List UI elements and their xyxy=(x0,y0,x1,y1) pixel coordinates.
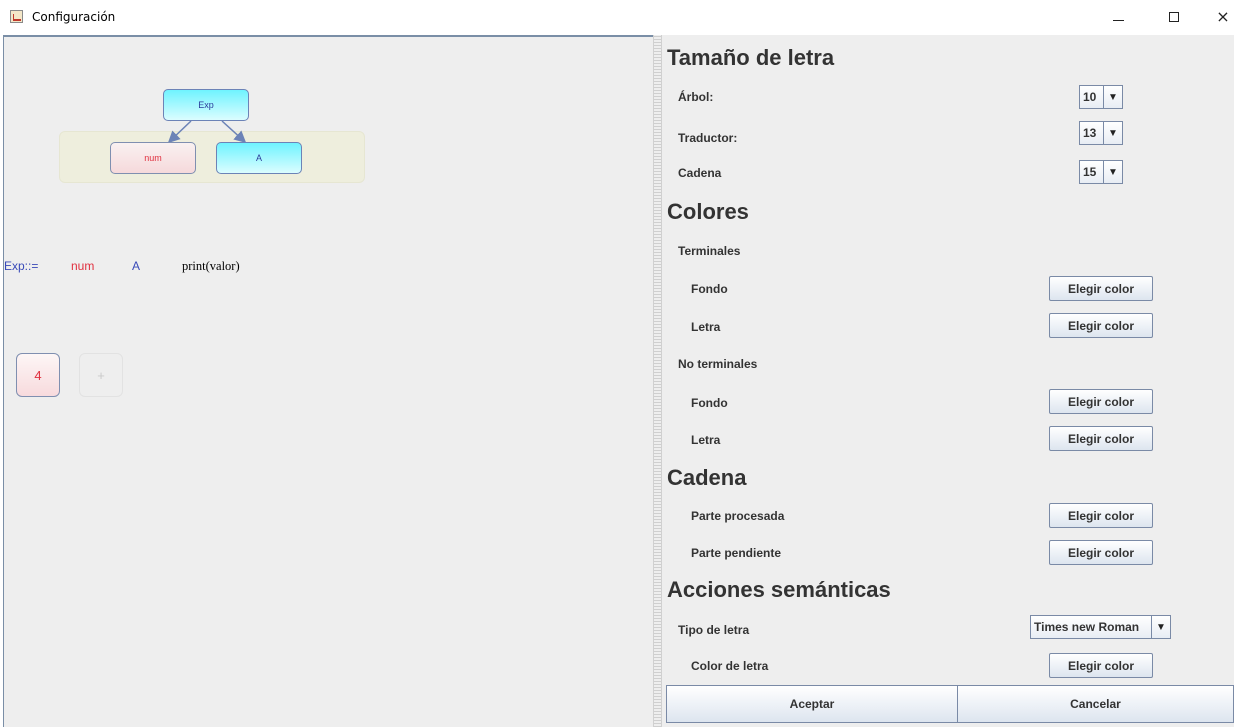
chevron-down-icon: ▼ xyxy=(1103,122,1122,144)
title-bar: Configuración × xyxy=(0,0,1234,34)
label-tree-size: Árbol: xyxy=(678,90,714,104)
cancel-button[interactable]: Cancelar xyxy=(957,685,1234,723)
chain-size-value: 15 xyxy=(1083,165,1097,179)
minimize-icon xyxy=(1112,19,1124,21)
minimize-button[interactable] xyxy=(1095,0,1141,34)
accept-button[interactable]: Aceptar xyxy=(666,685,958,723)
rule-action: print(valor) xyxy=(182,259,240,273)
processed-part-color-button[interactable]: Elegir color xyxy=(1049,503,1153,528)
maximize-button[interactable] xyxy=(1151,0,1197,34)
translator-size-value: 13 xyxy=(1083,126,1097,140)
rule-lhs: Exp::= xyxy=(4,259,39,273)
rule-symbol-a: A xyxy=(132,259,141,273)
label-chain-size: Cadena xyxy=(678,166,722,180)
string-chip-pending: + xyxy=(79,353,123,397)
section-title-colors: Colores xyxy=(667,199,749,224)
window-title: Configuración xyxy=(32,10,116,24)
edge-exp-num xyxy=(167,120,192,144)
font-type-combo[interactable]: Times new Roman ▼ xyxy=(1030,615,1171,639)
edge-exp-a xyxy=(221,120,247,144)
tree-size-combo[interactable]: 10 ▼ xyxy=(1079,85,1123,109)
label-action-text-color: Color de letra xyxy=(691,659,769,673)
tree-node-num: num xyxy=(110,142,196,174)
split-pane-divider[interactable] xyxy=(653,35,662,727)
chevron-down-icon: ▼ xyxy=(1103,161,1122,183)
label-pending-part: Parte pendiente xyxy=(691,546,782,560)
label-nonterminal-background: Fondo xyxy=(691,396,728,410)
tree-size-value: 10 xyxy=(1083,90,1097,104)
label-translator-size: Traductor: xyxy=(678,131,738,145)
label-nonterminal-text: Letra xyxy=(691,433,721,447)
label-processed-part: Parte procesada xyxy=(691,509,785,523)
string-chip-processed: 4 xyxy=(16,353,60,397)
tree-node-exp: Exp xyxy=(163,89,249,121)
font-type-value: Times new Roman xyxy=(1034,620,1140,634)
chevron-down-icon: ▼ xyxy=(1151,616,1170,638)
close-button[interactable]: × xyxy=(1200,0,1234,34)
nonterminal-background-color-button[interactable]: Elegir color xyxy=(1049,389,1153,414)
preview-panel: Exp num A Exp::= num A print(valor) 4 + xyxy=(3,35,653,727)
settings-panel: Tamaño de letra Árbol: 10 ▼ Traductor: 1… xyxy=(662,35,1234,727)
maximize-icon xyxy=(1169,12,1179,22)
label-nonterminals: No terminales xyxy=(678,357,758,371)
section-title-font-size: Tamaño de letra xyxy=(667,45,835,70)
chain-size-combo[interactable]: 15 ▼ xyxy=(1079,160,1123,184)
label-terminal-text: Letra xyxy=(691,320,721,334)
terminal-background-color-button[interactable]: Elegir color xyxy=(1049,276,1153,301)
close-icon: × xyxy=(1216,7,1230,26)
terminal-text-color-button[interactable]: Elegir color xyxy=(1049,313,1153,338)
section-title-chain: Cadena xyxy=(667,465,747,490)
action-text-color-button[interactable]: Elegir color xyxy=(1049,653,1153,678)
tree-node-a: A xyxy=(216,142,302,174)
section-title-semantic-actions: Acciones semánticas xyxy=(667,577,891,602)
label-terminals: Terminales xyxy=(678,244,741,258)
label-font-type: Tipo de letra xyxy=(678,623,750,637)
pending-part-color-button[interactable]: Elegir color xyxy=(1049,540,1153,565)
label-terminal-background: Fondo xyxy=(691,282,728,296)
nonterminal-text-color-button[interactable]: Elegir color xyxy=(1049,426,1153,451)
java-cup-icon xyxy=(10,10,23,23)
chevron-down-icon: ▼ xyxy=(1103,86,1122,108)
translator-size-combo[interactable]: 13 ▼ xyxy=(1079,121,1123,145)
rule-symbol-num: num xyxy=(71,259,95,273)
